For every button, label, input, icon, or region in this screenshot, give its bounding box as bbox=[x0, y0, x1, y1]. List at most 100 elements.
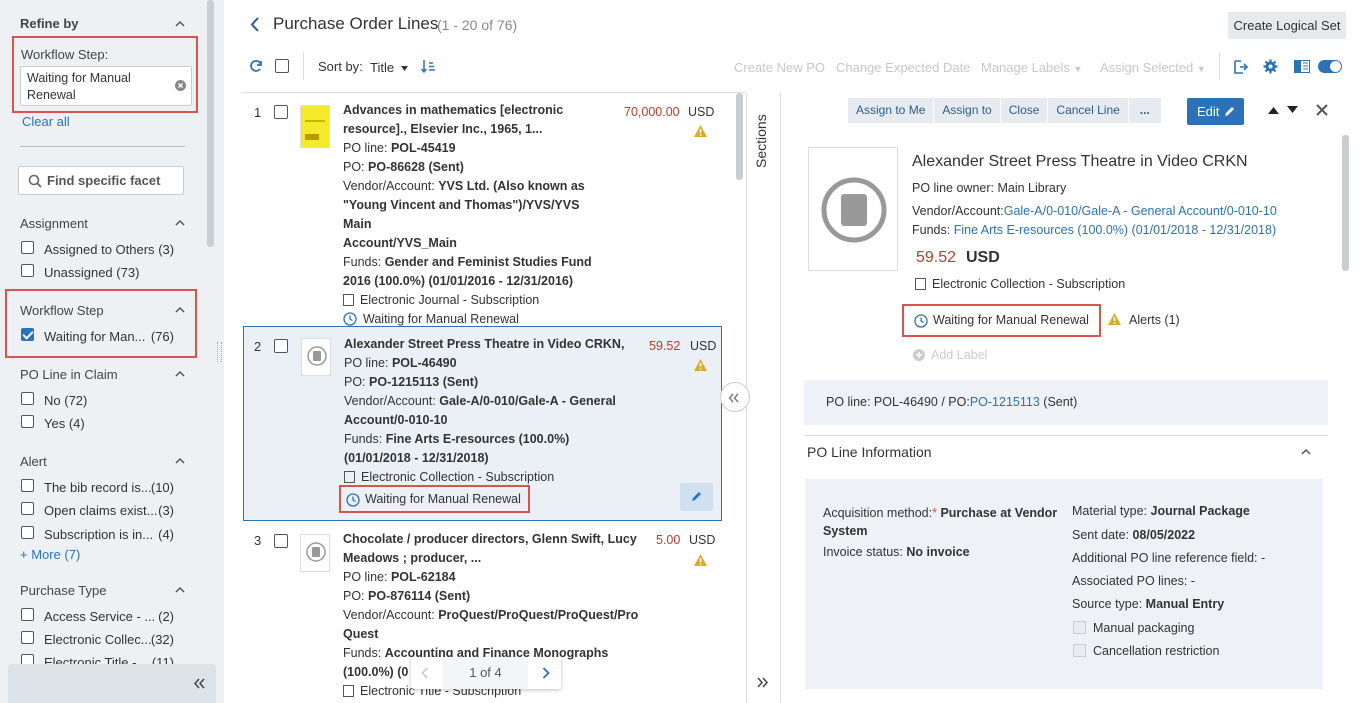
view-toggle[interactable] bbox=[1318, 60, 1342, 73]
workflow-filter-chip[interactable]: Waiting for Manual Renewal bbox=[20, 66, 192, 106]
cancel-line-button[interactable]: Cancel Line bbox=[1048, 98, 1129, 123]
warning-icon bbox=[1108, 313, 1121, 325]
list-scrollbar[interactable] bbox=[736, 93, 743, 180]
record-type: Electronic Collection - Subscription bbox=[915, 277, 1125, 291]
find-facet-input[interactable]: Find specific facet bbox=[18, 166, 184, 195]
chevron-up-icon[interactable] bbox=[1301, 448, 1311, 455]
facet-workflow-title: Workflow Step bbox=[20, 303, 104, 318]
assign-to-me-button[interactable]: Assign to Me bbox=[848, 98, 935, 123]
gear-icon[interactable] bbox=[1263, 59, 1278, 74]
facet-item-waiting-manual[interactable]: Waiting for Man... (76) bbox=[44, 329, 174, 344]
double-chevron-right-icon[interactable] bbox=[757, 677, 769, 688]
close-icon[interactable] bbox=[1316, 104, 1328, 116]
assign-to-button[interactable]: Assign to bbox=[934, 98, 1001, 123]
chevron-left-icon[interactable] bbox=[421, 667, 429, 679]
facet-checkbox-checked[interactable] bbox=[21, 328, 34, 341]
chevron-up-icon[interactable] bbox=[175, 586, 185, 593]
po-link[interactable]: PO-1215113 bbox=[970, 395, 1040, 409]
acq-method-field: Acquisition method:* Purchase at Vendor S… bbox=[823, 506, 1058, 538]
create-new-po-button[interactable]: Create New PO bbox=[734, 60, 825, 75]
chevron-right-icon[interactable] bbox=[542, 667, 550, 679]
refresh-icon[interactable] bbox=[249, 59, 263, 73]
row-checkbox[interactable] bbox=[274, 534, 288, 548]
chevron-up-icon[interactable] bbox=[175, 219, 185, 226]
item-title[interactable]: Alexander Street Press Theatre in Video … bbox=[344, 335, 634, 354]
record-status: Waiting for Manual Renewal bbox=[933, 313, 1089, 327]
more-actions-button[interactable]: ... bbox=[1128, 98, 1162, 123]
item-title[interactable]: Chocolate / producer directors, Glenn Sw… bbox=[343, 530, 643, 549]
chevron-up-icon[interactable] bbox=[175, 20, 185, 27]
resize-handle[interactable] bbox=[217, 342, 222, 362]
row-checkbox[interactable] bbox=[274, 339, 288, 353]
alerts-link[interactable]: Alerts (1) bbox=[1129, 313, 1180, 327]
document-icon bbox=[915, 278, 926, 290]
chevron-up-icon[interactable] bbox=[175, 457, 185, 464]
close-button[interactable]: Close bbox=[1000, 98, 1049, 123]
export-icon[interactable] bbox=[1233, 60, 1248, 74]
edit-button[interactable]: Edit bbox=[1187, 98, 1244, 125]
chevron-up-icon[interactable] bbox=[175, 370, 185, 377]
edit-row-button[interactable] bbox=[680, 483, 713, 511]
facet-checkbox[interactable] bbox=[21, 608, 34, 621]
create-logical-set-button[interactable]: Create Logical Set bbox=[1228, 12, 1346, 39]
facet-checkbox[interactable] bbox=[21, 631, 34, 644]
divider bbox=[20, 146, 185, 147]
more-facets-link[interactable]: + More (7) bbox=[20, 547, 80, 562]
warning-icon[interactable] bbox=[693, 553, 708, 567]
facet-item-access-service[interactable]: Access Service - ... (2) bbox=[44, 609, 174, 624]
clear-all-link[interactable]: Clear all bbox=[22, 114, 70, 129]
select-all-checkbox[interactable] bbox=[275, 59, 289, 73]
workflow-step-facet-highlight bbox=[5, 289, 197, 358]
list-item[interactable]: 1 Advances in mathematics [electronic re… bbox=[243, 93, 723, 326]
facet-item-assigned-others[interactable]: Assigned to Others (3) bbox=[44, 242, 174, 257]
sidebar-scrollbar[interactable] bbox=[207, 0, 214, 247]
collapse-list-button[interactable] bbox=[720, 382, 750, 412]
facet-checkbox[interactable] bbox=[21, 415, 34, 428]
manage-labels-button[interactable]: Manage Labels ▼ bbox=[981, 60, 1082, 75]
record-currency: USD bbox=[966, 249, 1000, 266]
facet-item-alert-claims[interactable]: Open claims exist... (3) bbox=[44, 503, 174, 518]
chevron-up-icon[interactable] bbox=[175, 306, 185, 313]
vendor-row: Vendor/Account:Gale-A/0-010/Gale-A - Gen… bbox=[912, 204, 1277, 218]
facet-checkbox[interactable] bbox=[21, 264, 34, 277]
facet-item-alert-subscription[interactable]: Subscription is in... (4) bbox=[44, 527, 174, 542]
add-label-button[interactable]: Add Label bbox=[913, 348, 987, 362]
vendor-cont: Quest bbox=[343, 627, 379, 641]
cover-placeholder bbox=[300, 534, 330, 572]
facet-checkbox[interactable] bbox=[21, 241, 34, 254]
clear-filter-icon[interactable] bbox=[175, 80, 186, 91]
next-record-icon[interactable] bbox=[1287, 106, 1298, 114]
po-summary-bar: PO line: POL-46490 / PO:PO-1215113 (Sent… bbox=[804, 380, 1328, 425]
facet-assignment-title: Assignment bbox=[20, 216, 88, 231]
facet-checkbox[interactable] bbox=[21, 502, 34, 515]
warning-icon[interactable] bbox=[693, 124, 708, 138]
back-arrow-icon[interactable] bbox=[250, 17, 260, 32]
detail-scrollbar[interactable] bbox=[1342, 135, 1349, 271]
double-chevron-left-icon[interactable] bbox=[193, 678, 205, 689]
facet-item-claim-yes[interactable]: Yes (4) bbox=[44, 416, 85, 431]
facet-item-claim-no[interactable]: No (72) bbox=[44, 393, 87, 408]
facet-checkbox[interactable] bbox=[21, 392, 34, 405]
facet-checkbox[interactable] bbox=[21, 526, 34, 539]
facet-checkbox[interactable] bbox=[21, 479, 34, 492]
previous-record-icon[interactable] bbox=[1268, 106, 1279, 114]
facet-item-unassigned[interactable]: Unassigned (73) bbox=[44, 265, 139, 280]
cancellation-restriction-checkbox[interactable] bbox=[1073, 644, 1086, 657]
warning-icon[interactable] bbox=[693, 358, 708, 372]
sort-field-select[interactable]: Title bbox=[370, 60, 409, 75]
row-checkbox[interactable] bbox=[274, 105, 288, 119]
facet-item-electronic-collection[interactable]: Electronic Collec... (32) bbox=[44, 632, 174, 647]
sections-label[interactable]: Sections bbox=[753, 114, 769, 168]
sidebar-collapse-bar[interactable] bbox=[8, 664, 216, 703]
list-item-selected[interactable]: 2 Alexander Street Press Theatre in Vide… bbox=[243, 326, 722, 521]
assign-selected-button[interactable]: Assign Selected ▼ bbox=[1100, 60, 1206, 75]
facet-item-alert-bib[interactable]: The bib record is... (10) bbox=[44, 480, 174, 495]
item-title[interactable]: Advances in mathematics [electronic bbox=[343, 101, 593, 120]
split-view-icon[interactable] bbox=[1294, 60, 1310, 73]
manual-packaging-checkbox[interactable] bbox=[1073, 621, 1086, 634]
vendor-cont: Account/0-010-10 bbox=[344, 413, 448, 427]
sort-direction-icon[interactable] bbox=[421, 59, 436, 74]
change-expected-date-button[interactable]: Change Expected Date bbox=[836, 60, 970, 75]
cover-placeholder bbox=[301, 338, 331, 376]
po-row: PO: PO-876114 (Sent) bbox=[343, 589, 471, 603]
